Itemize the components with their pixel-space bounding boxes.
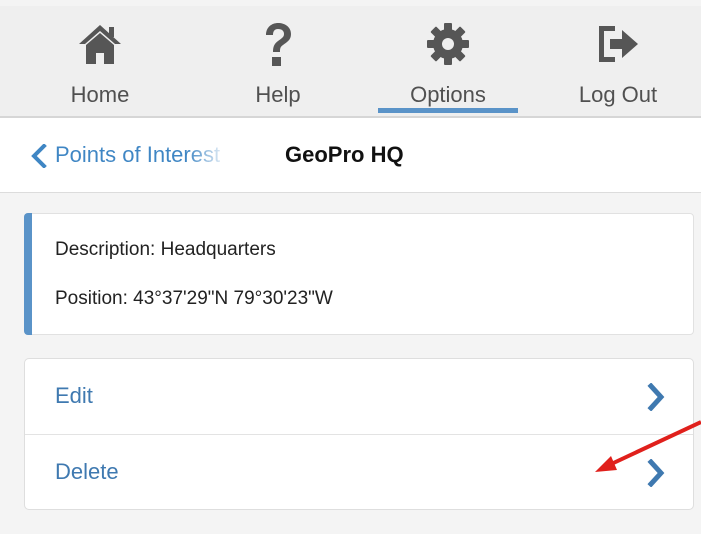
chevron-left-icon [30, 143, 48, 174]
details-card: Description: Headquarters Position: 43°3… [24, 213, 694, 335]
description-text: Description: Headquarters [55, 239, 276, 260]
chevron-right-icon [647, 458, 665, 492]
edit-button[interactable]: Edit [25, 359, 693, 434]
back-link-label: Points of Interest [55, 142, 221, 167]
nav-help[interactable]: Help [198, 6, 358, 116]
edit-label: Edit [55, 383, 93, 408]
page: Home Help Options Log Out Points of Inte… [0, 0, 701, 534]
top-nav: Home Help Options Log Out [0, 6, 701, 118]
nav-logout[interactable]: Log Out [538, 6, 698, 116]
nav-home[interactable]: Home [20, 6, 180, 116]
active-tab-indicator [378, 108, 518, 113]
nav-logout-label: Log Out [578, 82, 658, 107]
nav-help-label: Help [255, 82, 301, 107]
chevron-right-icon [647, 382, 665, 416]
gear-icon [426, 22, 470, 71]
nav-options-label: Options [410, 82, 486, 107]
nav-options[interactable]: Options [368, 6, 528, 116]
logout-icon [595, 22, 641, 71]
position-text: Position: 43°37'29"N 79°30'23"W [55, 288, 333, 309]
nav-home-label: Home [70, 82, 130, 107]
question-icon [261, 22, 295, 73]
breadcrumb: Points of Interest GeoPro HQ [0, 118, 701, 193]
delete-button[interactable]: Delete [25, 435, 693, 510]
home-icon [77, 22, 123, 71]
page-title: GeoPro HQ [285, 142, 404, 167]
action-list: Edit Delete [24, 358, 694, 510]
card-accent-bar [24, 213, 32, 335]
delete-label: Delete [55, 459, 119, 484]
